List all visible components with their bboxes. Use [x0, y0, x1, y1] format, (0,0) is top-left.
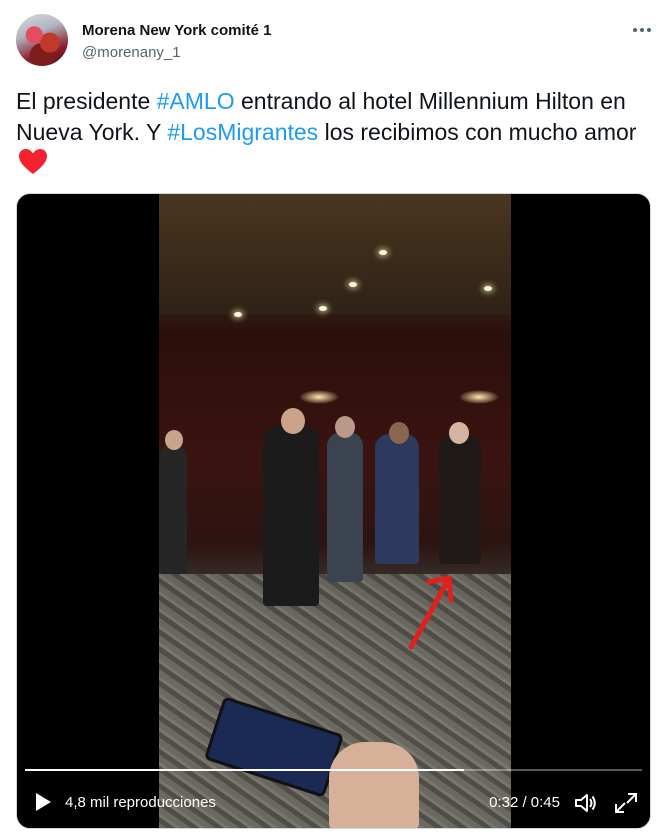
author-handle[interactable]: @morenany_1 — [82, 44, 181, 61]
video-frame — [159, 194, 511, 828]
video-controls: 4,8 mil reproducciones 0:32 / 0:45 — [17, 786, 650, 822]
play-icon[interactable] — [33, 792, 53, 812]
hashtag-losmigrantes[interactable]: #LosMigrantes — [167, 119, 318, 145]
progress-bar[interactable] — [25, 769, 642, 771]
red-heart-icon — [18, 148, 48, 183]
video-player[interactable]: 4,8 mil reproducciones 0:32 / 0:45 — [16, 193, 651, 829]
video-time: 0:32 / 0:45 — [489, 794, 560, 811]
volume-icon[interactable] — [574, 792, 598, 814]
red-arrow — [408, 575, 454, 650]
hashtag-amlo[interactable]: #AMLO — [157, 88, 235, 114]
progress-fill — [25, 769, 464, 771]
avatar[interactable] — [16, 14, 68, 66]
view-count: 4,8 mil reproducciones — [65, 794, 216, 811]
tweet-text-part: El presidente — [16, 88, 157, 114]
tweet-header: Morena New York comité 1 @morenany_1 — [16, 14, 656, 70]
more-icon[interactable] — [630, 18, 654, 42]
tweet-text: El presidente #AMLO entrando al hotel Mi… — [16, 86, 646, 183]
author-name[interactable]: Morena New York comité 1 — [82, 22, 272, 39]
tweet-text-part: los recibimos con mucho amor — [318, 119, 637, 145]
fullscreen-icon[interactable] — [614, 792, 638, 814]
